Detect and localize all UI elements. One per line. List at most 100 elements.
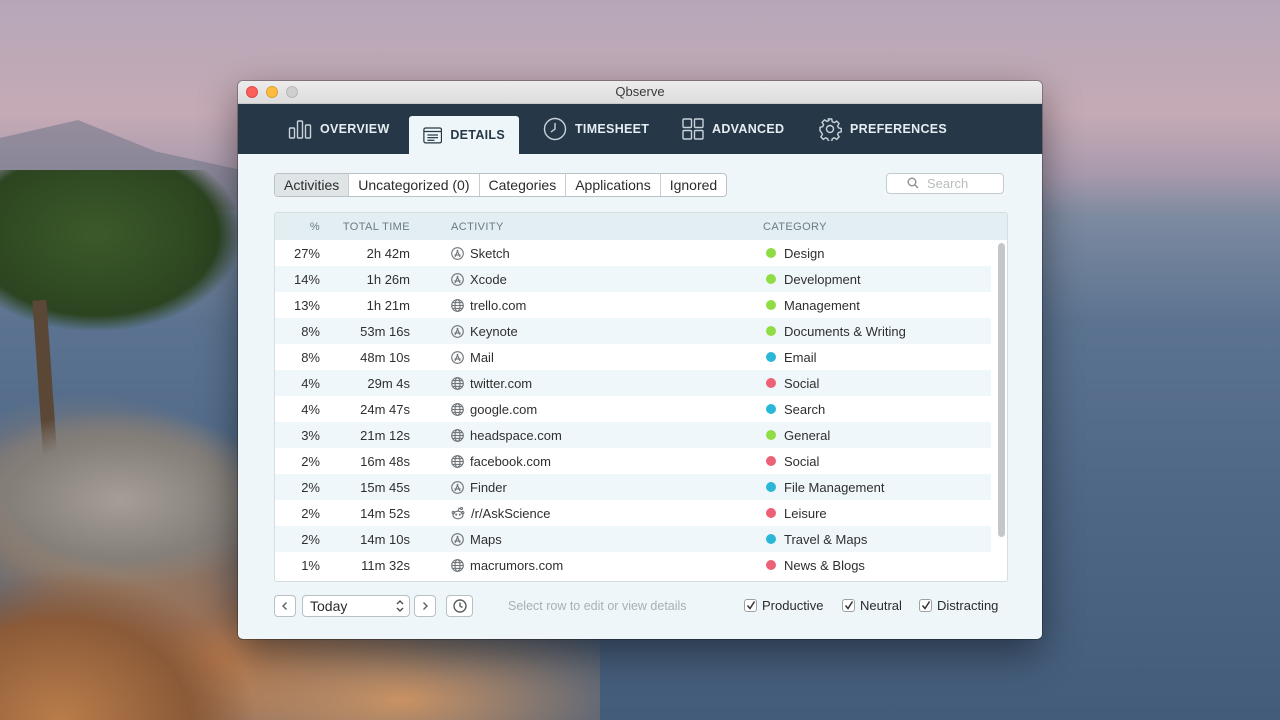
row-category-label: Management [784, 297, 860, 313]
distracting-label: Distracting [937, 598, 999, 613]
row-activity: headspace.com [410, 428, 763, 443]
window-title: Qbserve [615, 84, 665, 99]
row-activity: macrumors.com [410, 558, 763, 573]
globe-icon [451, 298, 464, 312]
row-percent: 1% [301, 557, 320, 573]
row-percent: 8% [301, 349, 320, 365]
row-activity-label: Keynote [470, 323, 518, 339]
tab-overview[interactable]: OVERVIEW [288, 104, 390, 154]
category-color-dot [766, 508, 776, 518]
search-input[interactable] [925, 175, 1009, 192]
table-row[interactable]: 8% 53m 16s Keynote Documents & Writing [275, 318, 991, 344]
reddit-icon [451, 506, 465, 520]
row-category-label: Documents & Writing [784, 323, 906, 339]
table-row[interactable]: 27% 2h 42m Sketch Design [275, 240, 991, 266]
row-activity: Sketch [410, 246, 763, 261]
minimize-window-button[interactable] [266, 86, 278, 98]
tab-bar: OVERVIEW DETAILS TIMESHEET ADVANCED PREF… [238, 104, 1042, 154]
tab-advanced[interactable]: ADVANCED [682, 104, 784, 154]
segment-applications[interactable]: Applications [566, 174, 661, 196]
row-category-label: General [784, 427, 831, 443]
globe-icon [451, 454, 464, 468]
category-color-dot [766, 482, 776, 492]
close-window-button[interactable] [246, 86, 258, 98]
tab-timesheet[interactable]: TIMESHEET [543, 104, 649, 154]
row-category: Travel & Maps [763, 532, 867, 547]
neutral-checkbox[interactable]: Neutral [842, 598, 902, 613]
grid-icon [682, 118, 704, 140]
app-store-icon [451, 532, 464, 546]
tab-details[interactable]: DETAILS [409, 116, 519, 154]
segment-categories[interactable]: Categories [480, 174, 567, 196]
tab-details-label: DETAILS [450, 128, 505, 142]
row-percent: 2% [301, 479, 320, 495]
row-category: Search [763, 402, 825, 417]
row-total-time: 53m 16s [360, 323, 410, 339]
next-day-button[interactable] [414, 595, 436, 617]
chevron-right-icon [423, 602, 428, 610]
table-row[interactable]: 14% 1h 26m Xcode Development [275, 266, 991, 292]
row-category-label: File Management [784, 479, 885, 495]
row-category-label: Email [784, 349, 817, 365]
vertical-scrollbar[interactable] [998, 243, 1005, 537]
row-activity: Keynote [410, 324, 763, 339]
checkmark-icon [921, 601, 931, 610]
row-category-label: Leisure [784, 505, 827, 521]
table-header: % TOTAL TIME ACTIVITY CATEGORY [275, 213, 1007, 240]
productive-label: Productive [762, 598, 824, 613]
row-activity-label: Xcode [470, 271, 507, 287]
table-row[interactable]: 1% 11m 32s macrumors.com News & Blogs [275, 552, 991, 578]
date-range-select[interactable]: Today [302, 595, 410, 617]
row-total-time: 14m 10s [360, 531, 410, 547]
clock-icon [543, 117, 567, 141]
category-color-dot [766, 352, 776, 362]
table-row[interactable]: 4% 29m 4s twitter.com Social [275, 370, 991, 396]
header-category[interactable]: CATEGORY [763, 221, 827, 233]
row-percent: 14% [293, 271, 320, 287]
row-activity: Finder [410, 480, 763, 495]
previous-day-button[interactable] [274, 595, 296, 617]
header-percent[interactable]: % [275, 221, 320, 233]
header-total-time[interactable]: TOTAL TIME [320, 221, 410, 233]
segment-uncategorized[interactable]: Uncategorized (0) [349, 174, 480, 196]
row-percent: 2% [301, 453, 320, 469]
category-color-dot [766, 404, 776, 414]
row-category: News & Blogs [763, 558, 865, 573]
row-percent: 4% [301, 375, 320, 391]
table-row[interactable]: 8% 48m 10s Mail Email [275, 344, 991, 370]
search-field[interactable] [886, 173, 1009, 194]
productive-checkbox[interactable]: Productive [744, 598, 823, 613]
table-row[interactable]: 2% 14m 52s/r/AskScience Leisure [275, 500, 991, 526]
row-activity: Mail [410, 350, 763, 365]
table-row[interactable]: 2% 16m 48s facebook.com Social [275, 448, 991, 474]
tab-overview-label: OVERVIEW [320, 122, 390, 136]
table-row[interactable]: 2% 14m 10s Maps Travel & Maps [275, 526, 991, 552]
row-total-time: 2h 42m [366, 245, 410, 261]
table-row[interactable]: 13% 1h 21m trello.com Management [275, 292, 991, 318]
row-total-time: 29m 4s [367, 375, 410, 391]
segment-activities[interactable]: Activities [275, 174, 350, 196]
row-percent: 2% [301, 505, 320, 521]
row-activity-label: twitter.com [470, 375, 533, 391]
row-total-time: 1h 26m [366, 271, 410, 287]
category-color-dot [766, 560, 776, 570]
tab-advanced-label: ADVANCED [712, 122, 785, 136]
table-row[interactable]: 4% 24m 47s google.com Search [275, 396, 991, 422]
zoom-window-button[interactable] [286, 86, 298, 98]
category-color-dot [766, 534, 776, 544]
row-activity: /r/AskScience [410, 506, 763, 521]
table-row[interactable]: 3% 21m 12s headspace.com General [275, 422, 991, 448]
row-activity-label: Maps [470, 531, 502, 547]
segment-ignored[interactable]: Ignored [661, 174, 726, 196]
header-activity[interactable]: ACTIVITY [410, 221, 763, 233]
tab-preferences[interactable]: PREFERENCES [818, 104, 947, 154]
category-color-dot [766, 274, 776, 284]
history-button[interactable] [446, 595, 473, 617]
app-store-icon [451, 272, 464, 286]
traffic-lights [246, 86, 298, 98]
distracting-checkbox[interactable]: Distracting [919, 598, 998, 613]
row-activity: Xcode [410, 272, 763, 287]
checkbox-box [842, 599, 855, 612]
row-category-label: Travel & Maps [784, 531, 868, 547]
table-row[interactable]: 2% 15m 45s Finder File Management [275, 474, 991, 500]
